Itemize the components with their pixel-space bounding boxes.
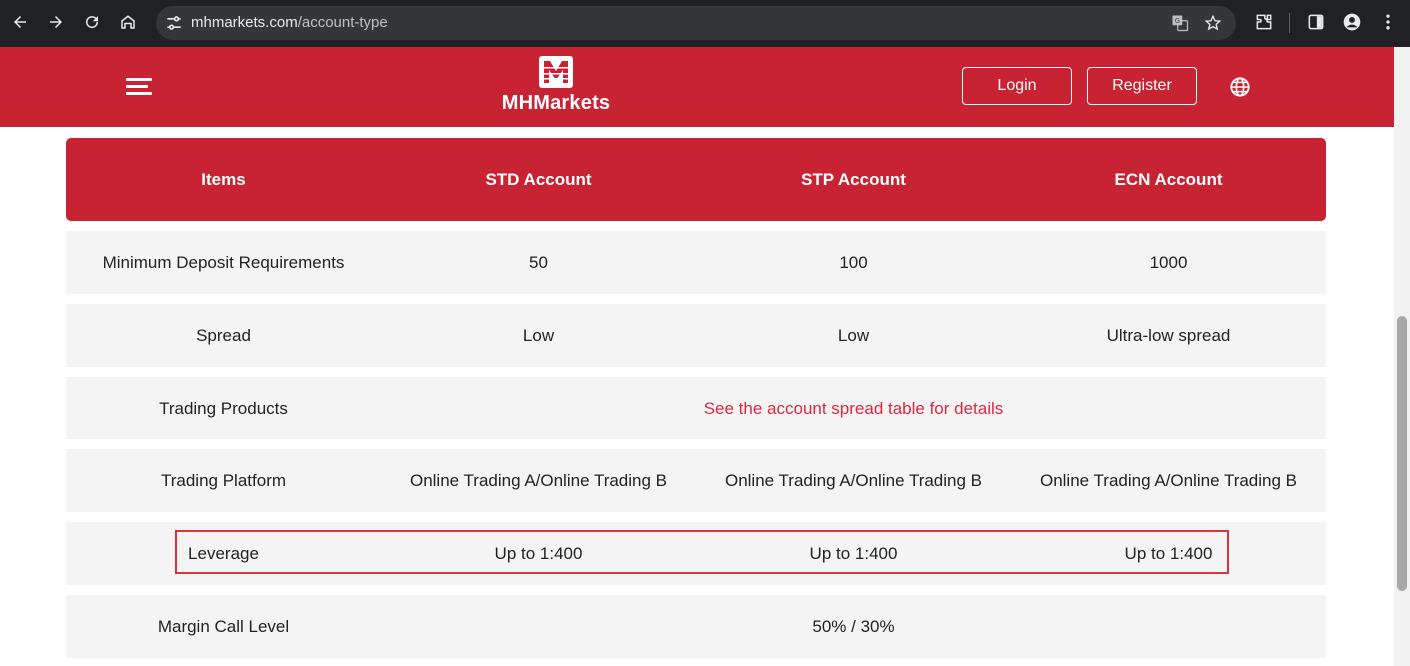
home-icon — [121, 15, 135, 29]
row-stp: Online Trading A/Online Trading B — [724, 471, 983, 490]
logo-m-icon — [543, 61, 569, 83]
row-merged-value: 50% / 30% — [812, 617, 895, 636]
row-ecn: 1000 — [1149, 253, 1188, 272]
forward-button[interactable] — [44, 10, 68, 34]
header-stp: STP Account — [801, 170, 906, 189]
row-item: Trading Platform — [160, 471, 287, 490]
reload-icon — [86, 16, 99, 29]
header-std: STD Account — [485, 170, 592, 189]
sidepanel-icon[interactable] — [1306, 12, 1326, 32]
translate-icon[interactable]: G — [1171, 14, 1189, 32]
row-stp: Low — [837, 326, 870, 345]
row-item: Minimum Deposit Requirements — [102, 253, 345, 272]
globe-icon[interactable] — [1229, 76, 1251, 98]
table-row: Spread Low Low Ultra-low spread — [66, 304, 1326, 367]
home-button[interactable] — [116, 10, 140, 34]
spread-table-link[interactable]: See the account spread table for details — [381, 399, 1326, 419]
row-std: Low — [522, 326, 555, 345]
header-items: Items — [201, 170, 246, 189]
login-button[interactable]: Login — [962, 67, 1072, 105]
row-ecn: Ultra-low spread — [1106, 326, 1231, 345]
reload-button[interactable] — [80, 10, 104, 34]
row-item: Trading Products — [159, 399, 288, 418]
table-row: Minimum Deposit Requirements 50 100 1000 — [66, 231, 1326, 294]
table-row: Trading Platform Online Trading A/Online… — [66, 449, 1326, 512]
scrollbar-thumb[interactable] — [1397, 316, 1407, 591]
header-ecn: ECN Account — [1114, 170, 1223, 189]
logo-text: MHMarkets — [501, 92, 611, 114]
browser-toolbar: mhmarkets.com/account-type G — [0, 0, 1410, 47]
arrow-left-icon — [14, 16, 26, 28]
back-button[interactable] — [8, 10, 32, 34]
table-header: Items STD Account STP Account ECN Accoun… — [66, 138, 1326, 221]
row-std: Online Trading A/Online Trading B — [409, 471, 668, 490]
leverage-highlight-box — [175, 530, 1229, 574]
kebab-menu-icon[interactable] — [1378, 12, 1398, 32]
puzzle-icon[interactable] — [1254, 12, 1274, 32]
row-std: 50 — [529, 253, 548, 272]
row-item: Spread — [196, 326, 251, 345]
site-header: MHMarkets Login Register — [0, 47, 1394, 127]
star-icon[interactable] — [1204, 14, 1222, 32]
hamburger-icon[interactable] — [126, 78, 152, 96]
table-row: Trading Products See the account spread … — [66, 377, 1326, 439]
address-bar[interactable]: mhmarkets.com/account-type G — [156, 6, 1236, 40]
tune-icon[interactable] — [164, 13, 184, 33]
logo[interactable] — [539, 56, 573, 88]
row-item: Margin Call Level — [157, 617, 290, 636]
toolbar-divider — [1289, 13, 1290, 33]
row-stp: 100 — [839, 253, 868, 272]
profile-icon[interactable] — [1342, 12, 1362, 32]
register-button[interactable]: Register — [1087, 67, 1197, 105]
arrow-right-icon — [50, 16, 62, 28]
table-row: Margin Call Level 50% / 30% — [66, 595, 1326, 658]
url-text: mhmarkets.com/account-type — [191, 14, 388, 31]
row-ecn: Online Trading A/Online Trading B — [1039, 471, 1298, 490]
svg-text:G: G — [1175, 17, 1180, 25]
